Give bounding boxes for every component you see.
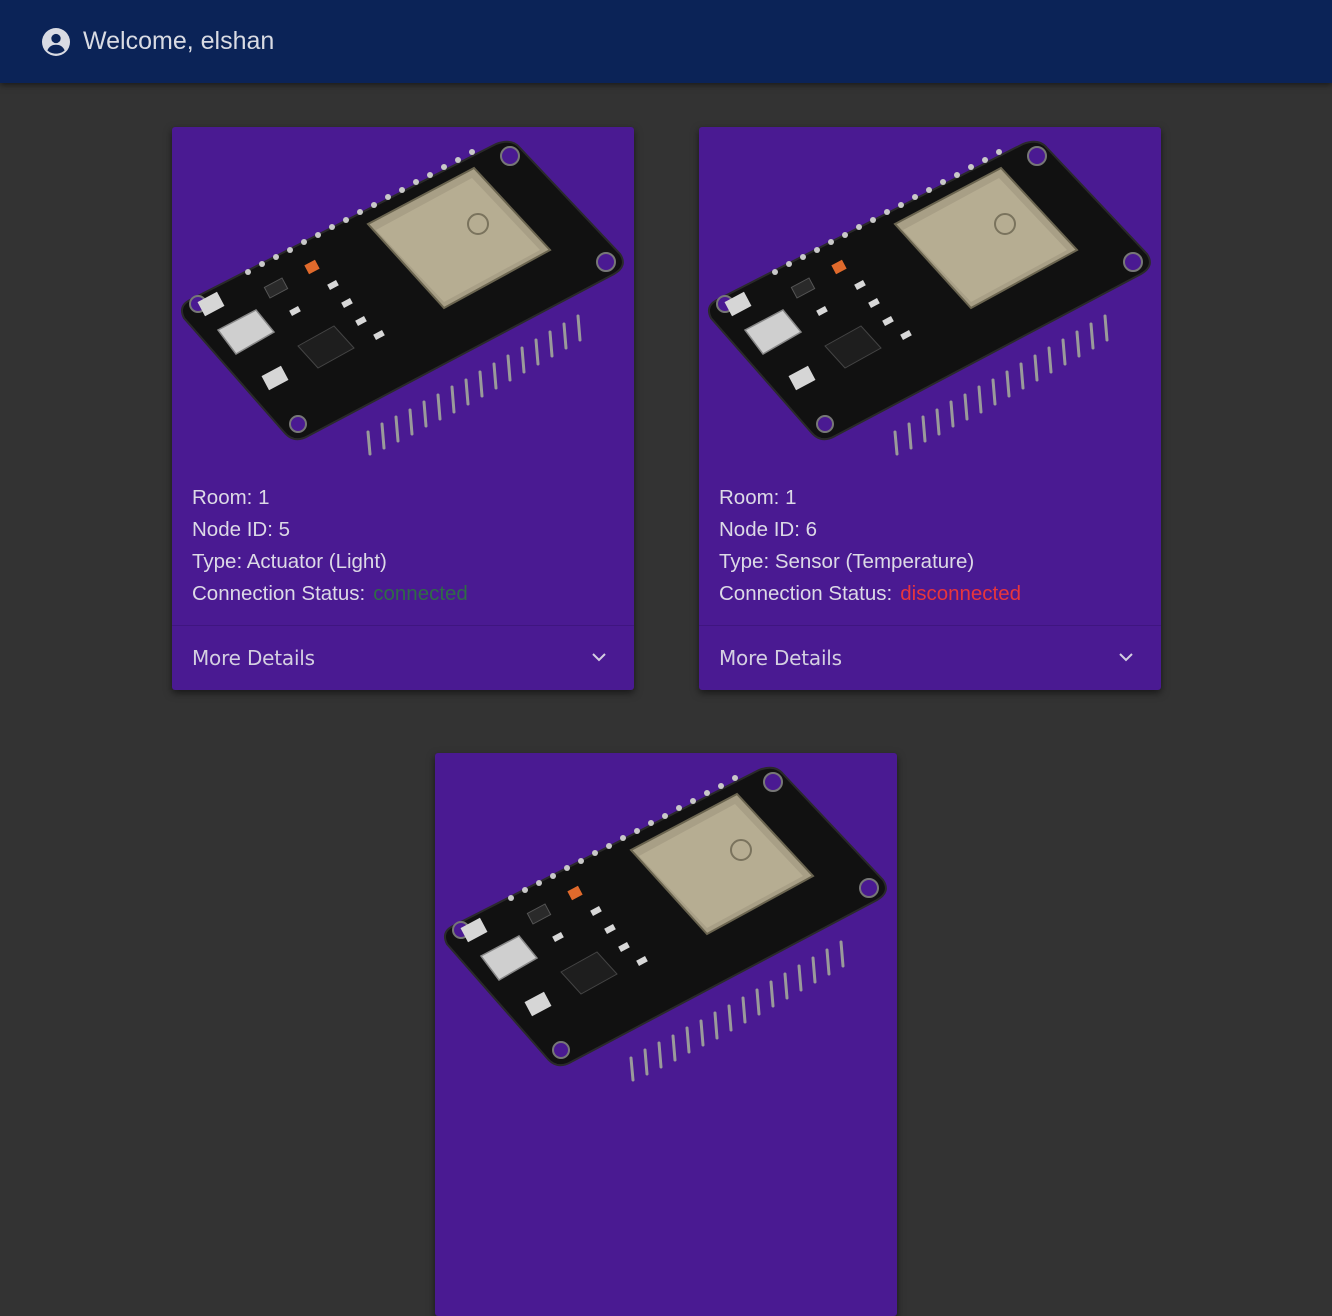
connection-status-label: Connection Status: (719, 582, 893, 605)
room-text: Room: 1 (719, 486, 797, 509)
connection-status: Connection Status: connected (192, 578, 468, 610)
connection-status-label: Connection Status: (192, 582, 366, 605)
node-card (435, 753, 897, 1316)
chevron-down-icon[interactable] (590, 648, 608, 666)
more-details-expander[interactable]: More Details (172, 626, 634, 690)
esp32-board-image (699, 127, 1161, 467)
connection-status: Connection Status: disconnected (719, 578, 1021, 610)
chevron-down-icon[interactable] (1117, 648, 1135, 666)
more-details-expander[interactable]: More Details (699, 626, 1161, 690)
node-type-text: Type: Sensor (Temperature) (719, 550, 975, 573)
node-card: Room: 1 Node ID: 6 Type: Sensor (Tempera… (699, 127, 1161, 690)
connection-status-value: disconnected (900, 582, 1022, 605)
account-circle-icon[interactable] (42, 27, 70, 56)
node-info: Room: 1 Node ID: 6 Type: Sensor (Tempera… (719, 482, 1021, 610)
node-card: Room: 1 Node ID: 5 Type: Actuator (Light… (172, 127, 634, 690)
node-id-text: Node ID: 6 (719, 518, 817, 541)
room-text: Room: 1 (192, 486, 270, 509)
node-id-text: Node ID: 5 (192, 518, 290, 541)
more-details-label: More Details (719, 646, 842, 670)
esp32-board-image (435, 753, 897, 1093)
connection-status-value: connected (373, 582, 468, 605)
more-details-label: More Details (192, 646, 315, 670)
app-header: Welcome, elshan (0, 0, 1332, 83)
esp32-board-image (172, 127, 634, 467)
welcome-message: Welcome, elshan (83, 27, 275, 55)
node-type-text: Type: Actuator (Light) (192, 550, 387, 573)
node-info: Room: 1 Node ID: 5 Type: Actuator (Light… (192, 482, 468, 610)
